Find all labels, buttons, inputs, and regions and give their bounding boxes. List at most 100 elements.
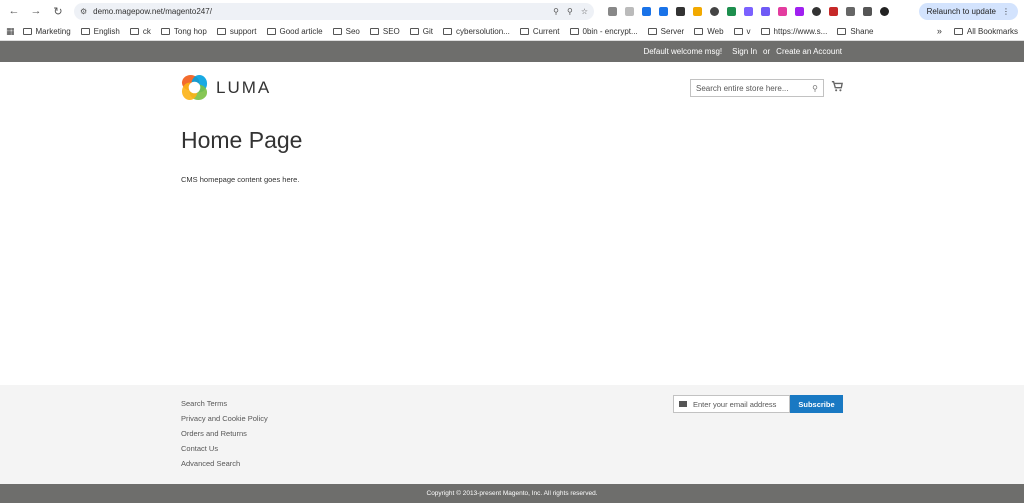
- forward-icon[interactable]: →: [28, 3, 44, 19]
- bookmark-item[interactable]: English: [80, 26, 120, 36]
- bookmark-label: Shane: [850, 26, 874, 36]
- footer-link[interactable]: Privacy and Cookie Policy: [181, 411, 268, 426]
- folder-icon: [216, 27, 226, 35]
- extension-icon[interactable]: [795, 6, 804, 16]
- relaunch-button[interactable]: Relaunch to update ⋮: [918, 2, 1018, 20]
- bookmark-item[interactable]: v: [733, 26, 751, 36]
- bookmark-label: English: [93, 26, 120, 36]
- bookmark-label: cybersolution...: [456, 26, 510, 36]
- download-extension-icon[interactable]: [659, 6, 668, 16]
- profile-avatar-icon[interactable]: [880, 6, 889, 16]
- more-bookmarks-icon[interactable]: »: [937, 26, 942, 36]
- extension-icon[interactable]: [778, 6, 787, 16]
- footer: Search Terms Privacy and Cookie Policy Ord…: [0, 385, 1024, 484]
- bookmark-label: Current: [532, 26, 560, 36]
- extension-icon[interactable]: [642, 6, 651, 16]
- bookmark-item[interactable]: Tong hop: [160, 26, 207, 36]
- create-account-link[interactable]: Create an Account: [776, 47, 842, 56]
- bookmark-item[interactable]: Seo: [332, 26, 360, 36]
- bookmark-item[interactable]: Shane: [837, 27, 873, 36]
- folder-icon: [837, 27, 847, 35]
- bookmark-list: Marketing English ck Tong hop support Good ar…: [22, 26, 884, 36]
- vue-extension-icon[interactable]: [727, 6, 736, 16]
- apps-grid-icon[interactable]: ▦: [6, 26, 15, 37]
- newsletter-placeholder: Enter your email address: [693, 399, 777, 409]
- page-title: Home Page: [181, 127, 303, 153]
- bookmark-item[interactable]: 0bin - encrypt...: [569, 26, 638, 36]
- zoom-icon[interactable]: ⚲: [567, 7, 573, 16]
- bookmark-label: v: [746, 26, 751, 36]
- cart-icon[interactable]: [831, 80, 843, 92]
- bookmark-item[interactable]: https://www.s...: [760, 27, 827, 36]
- camera-extension-icon[interactable]: [608, 6, 617, 16]
- folder-icon: [409, 27, 419, 35]
- logo[interactable]: LUMA: [181, 74, 271, 101]
- bookmark-label: support: [229, 26, 257, 36]
- folder-icon: [129, 27, 139, 35]
- address-bar[interactable]: ⚙ demo.magepow.net/magento247/ ⚲ ⚲ ☆: [74, 2, 594, 20]
- or-separator: or: [763, 47, 771, 56]
- bookmark-label: Tong hop: [173, 26, 207, 36]
- extension-icon[interactable]: [710, 6, 719, 16]
- folder-icon: [569, 27, 579, 35]
- extension-icon[interactable]: [761, 6, 770, 16]
- welcome-message: Default welcome msg!: [643, 47, 723, 56]
- footer-link[interactable]: Contact Us: [181, 441, 268, 456]
- extension-icon[interactable]: [812, 6, 821, 16]
- extensions-row: [604, 6, 893, 16]
- reading-list-icon[interactable]: [863, 6, 872, 16]
- footer-link[interactable]: Search Terms: [181, 396, 268, 411]
- panel-header: Default welcome msg! Sign In or Create a…: [0, 41, 1024, 62]
- search-input[interactable]: Search entire store here... ⚲: [690, 79, 824, 97]
- extension-icon[interactable]: [693, 6, 702, 16]
- bookmark-label: Server: [660, 26, 685, 36]
- folder-icon: [694, 27, 704, 35]
- password-key-icon[interactable]: ⚲: [553, 7, 559, 16]
- bookmark-item[interactable]: Good article: [266, 27, 323, 36]
- folder-icon: [80, 27, 90, 35]
- all-bookmarks-folder[interactable]: All Bookmarks: [953, 26, 1018, 36]
- search-icon[interactable]: ⚲: [812, 84, 818, 93]
- bookmark-item[interactable]: Server: [647, 26, 685, 36]
- bookmark-item[interactable]: Marketing: [22, 26, 71, 36]
- address-url[interactable]: demo.magepow.net/magento247/: [93, 7, 545, 16]
- bookmark-item[interactable]: support: [216, 26, 257, 36]
- sign-in-link[interactable]: Sign In: [732, 47, 757, 56]
- bookmark-label: Seo: [345, 26, 360, 36]
- kebab-menu-icon[interactable]: ⋮: [1002, 7, 1010, 16]
- bookmark-item[interactable]: Git: [409, 26, 434, 36]
- pen-extension-icon[interactable]: [676, 6, 685, 16]
- search-placeholder: Search entire store here...: [696, 83, 789, 93]
- reload-icon[interactable]: ↻: [50, 3, 66, 19]
- bookmarks-bar: ▦ Marketing English ck Tong hop support Good …: [0, 22, 1024, 41]
- browser-toolbar: ← → ↻ ⚙ demo.magepow.net/magento247/ ⚲ ⚲…: [0, 0, 1024, 22]
- bookmark-star-icon[interactable]: ☆: [581, 7, 588, 16]
- cms-content: CMS homepage content goes here.: [181, 175, 300, 184]
- bookmark-label: Git: [422, 26, 434, 36]
- bookmark-label: ck: [142, 26, 151, 36]
- extension-icon[interactable]: [625, 6, 634, 16]
- bookmark-item[interactable]: Web: [694, 27, 724, 36]
- newsletter-email-input[interactable]: Enter your email address: [673, 395, 790, 413]
- footer-links: Search Terms Privacy and Cookie Policy Ord…: [181, 396, 268, 471]
- folder-icon: [266, 27, 276, 35]
- puzzle-extensions-icon[interactable]: [846, 6, 855, 16]
- back-icon[interactable]: ←: [6, 3, 22, 19]
- folder-icon: [443, 27, 453, 35]
- site-settings-icon[interactable]: ⚙: [80, 7, 87, 16]
- footer-link[interactable]: Orders and Returns: [181, 426, 268, 441]
- bookmark-item[interactable]: ck: [129, 26, 151, 36]
- extension-icon[interactable]: [744, 6, 753, 16]
- extension-icon[interactable]: [829, 6, 838, 16]
- footer-link[interactable]: Advanced Search: [181, 456, 268, 471]
- all-bookmarks-label: All Bookmarks: [966, 26, 1018, 36]
- bookmark-label: 0bin - encrypt...: [582, 26, 638, 36]
- bookmark-item[interactable]: cybersolution...: [443, 27, 510, 36]
- subscribe-button[interactable]: Subscribe: [790, 395, 843, 413]
- bookmark-item[interactable]: Current: [519, 26, 560, 36]
- folder-icon: [760, 27, 770, 35]
- bookmark-label: SEO: [382, 26, 400, 36]
- folder-icon: [332, 27, 342, 35]
- bookmark-label: Marketing: [35, 26, 71, 36]
- bookmark-item[interactable]: SEO: [369, 26, 400, 36]
